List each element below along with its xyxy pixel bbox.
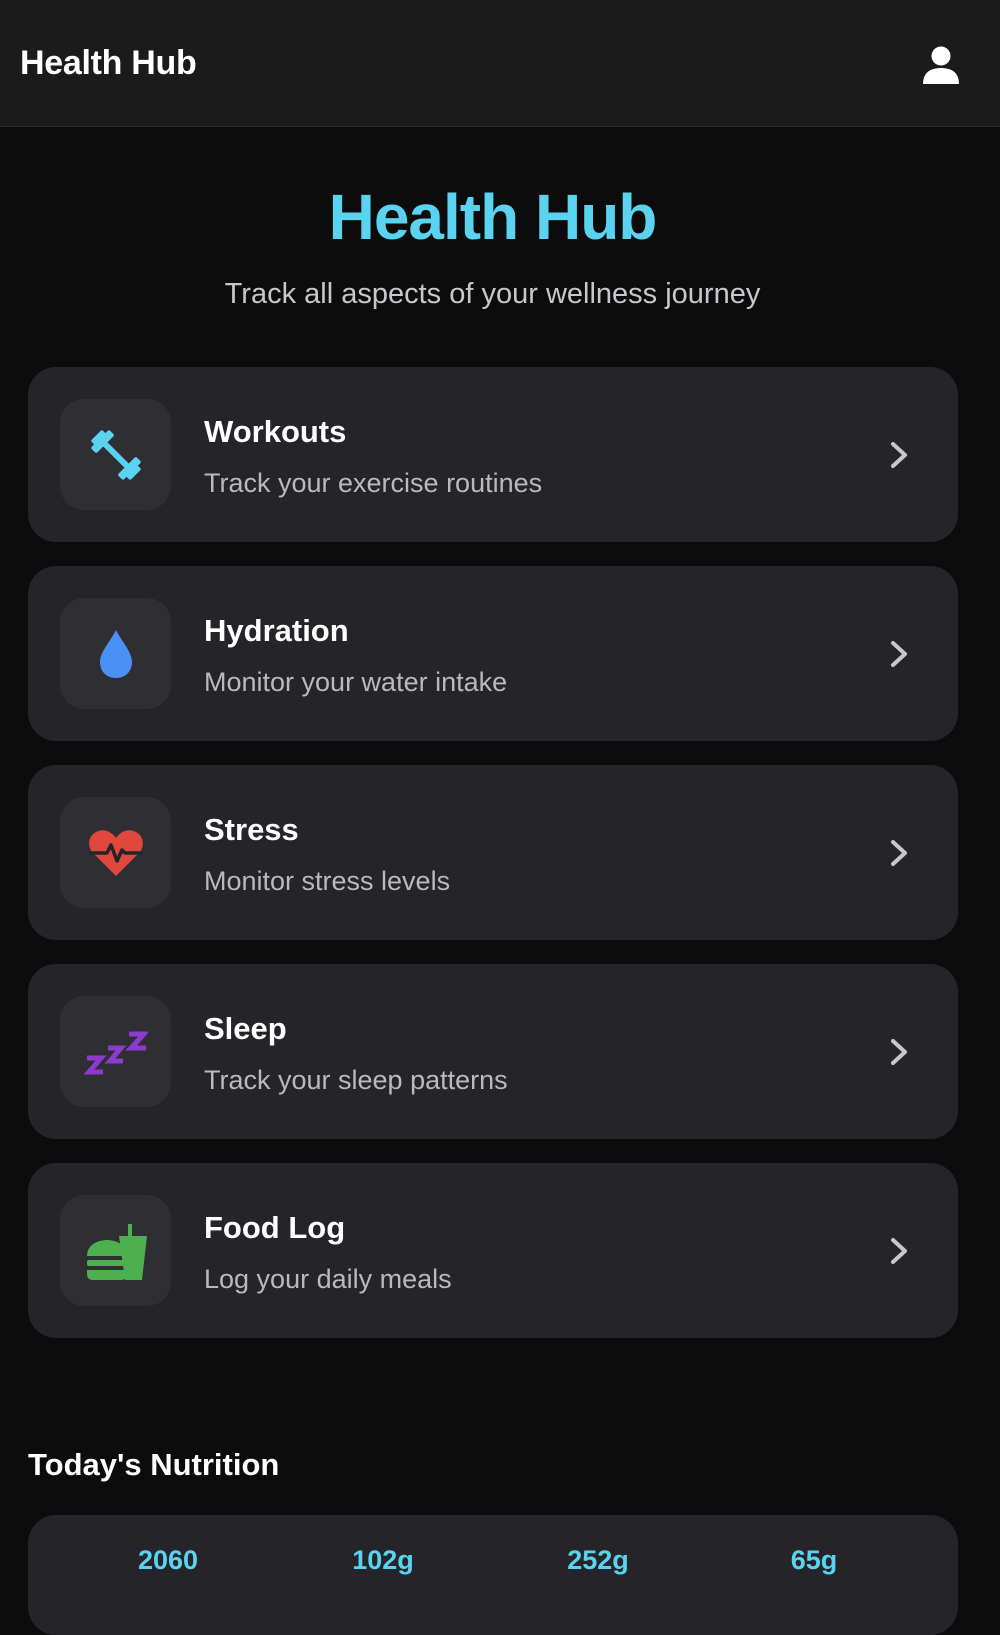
water-drop-icon: [99, 629, 132, 678]
card-title: Stress: [204, 812, 299, 847]
card-title: Food Log: [204, 1210, 346, 1245]
hero-subtitle: Track all aspects of your wellness journ…: [224, 278, 761, 310]
stress-card[interactable]: Stress Monitor stress levels: [28, 765, 958, 940]
card-title: Hydration: [204, 613, 349, 648]
sleep-card[interactable]: Sleep Track your sleep patterns: [28, 964, 958, 1139]
dumbbell-icon: [90, 429, 141, 480]
hero-title: Health Hub: [328, 181, 658, 253]
food-log-card[interactable]: Food Log Log your daily meals: [28, 1163, 958, 1338]
workouts-card[interactable]: Workouts Track your exercise routines: [28, 367, 958, 542]
nutrition-summary-card[interactable]: 2060 102g 252g 65g: [28, 1515, 958, 1635]
chevron-right-icon: [891, 1039, 907, 1065]
top-navbar: Health Hub: [0, 0, 1000, 127]
card-subtitle: Track your exercise routines: [204, 468, 543, 498]
card-subtitle: Monitor your water intake: [204, 667, 508, 697]
workouts-icon-box: [60, 399, 171, 510]
nutrition-carbs-value: 252g: [567, 1545, 629, 1575]
nutrition-section-title: Today's Nutrition: [28, 1447, 280, 1482]
hydration-card[interactable]: Hydration Monitor your water intake: [28, 566, 958, 741]
stress-icon-box: [60, 797, 171, 908]
chevron-right-icon: [891, 442, 907, 468]
card-title: Workouts: [204, 414, 347, 449]
card-subtitle: Track your sleep patterns: [204, 1065, 508, 1095]
chevron-right-icon: [891, 641, 907, 667]
chevron-right-icon: [891, 1238, 907, 1264]
heart-pulse-icon: [88, 829, 143, 876]
card-subtitle: Monitor stress levels: [204, 866, 451, 896]
profile-icon[interactable]: [920, 44, 962, 86]
zzz-icon: [83, 1031, 148, 1074]
nutrition-calories-value: 2060: [137, 1545, 199, 1575]
burger-drink-icon: [86, 1223, 147, 1280]
card-subtitle: Log your daily meals: [204, 1264, 452, 1294]
nutrition-fat-value: 65g: [790, 1545, 838, 1575]
nutrition-protein-value: 102g: [352, 1545, 414, 1575]
food-log-icon-box: [60, 1195, 171, 1306]
sleep-icon-box: [60, 996, 171, 1107]
brand-title[interactable]: Health Hub: [20, 44, 197, 83]
chevron-right-icon: [891, 840, 907, 866]
card-title: Sleep: [204, 1011, 287, 1046]
hydration-icon-box: [60, 598, 171, 709]
